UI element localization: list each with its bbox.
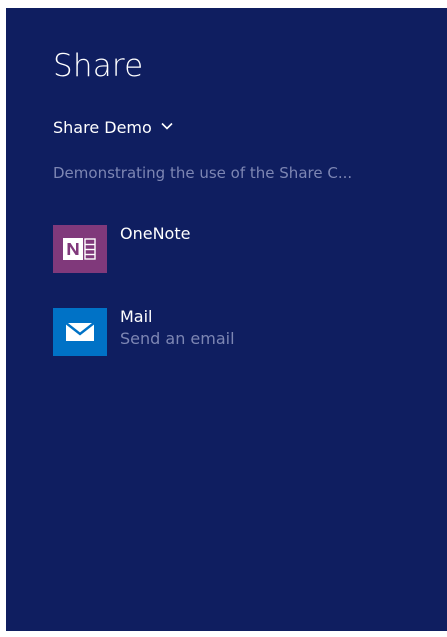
share-description: Demonstrating the use of the Share C... xyxy=(53,164,353,182)
page-title: Share xyxy=(53,48,144,84)
share-target-onenote[interactable]: OneNote xyxy=(53,224,413,273)
chevron-down-icon xyxy=(161,120,173,132)
share-target-subtitle: Send an email xyxy=(120,329,235,348)
source-app-dropdown[interactable]: Share Demo xyxy=(53,117,173,139)
share-target-text: OneNote xyxy=(120,224,191,245)
mail-icon xyxy=(53,308,107,356)
onenote-icon xyxy=(53,225,107,273)
share-pane: Share Share Demo Demonstrating the use o… xyxy=(6,8,447,631)
share-target-name: Mail xyxy=(120,307,153,326)
share-target-text: Mail Send an email xyxy=(120,307,235,350)
share-target-mail[interactable]: Mail Send an email xyxy=(53,307,413,356)
source-app-label: Share Demo xyxy=(53,118,152,137)
share-target-name: OneNote xyxy=(120,224,191,243)
